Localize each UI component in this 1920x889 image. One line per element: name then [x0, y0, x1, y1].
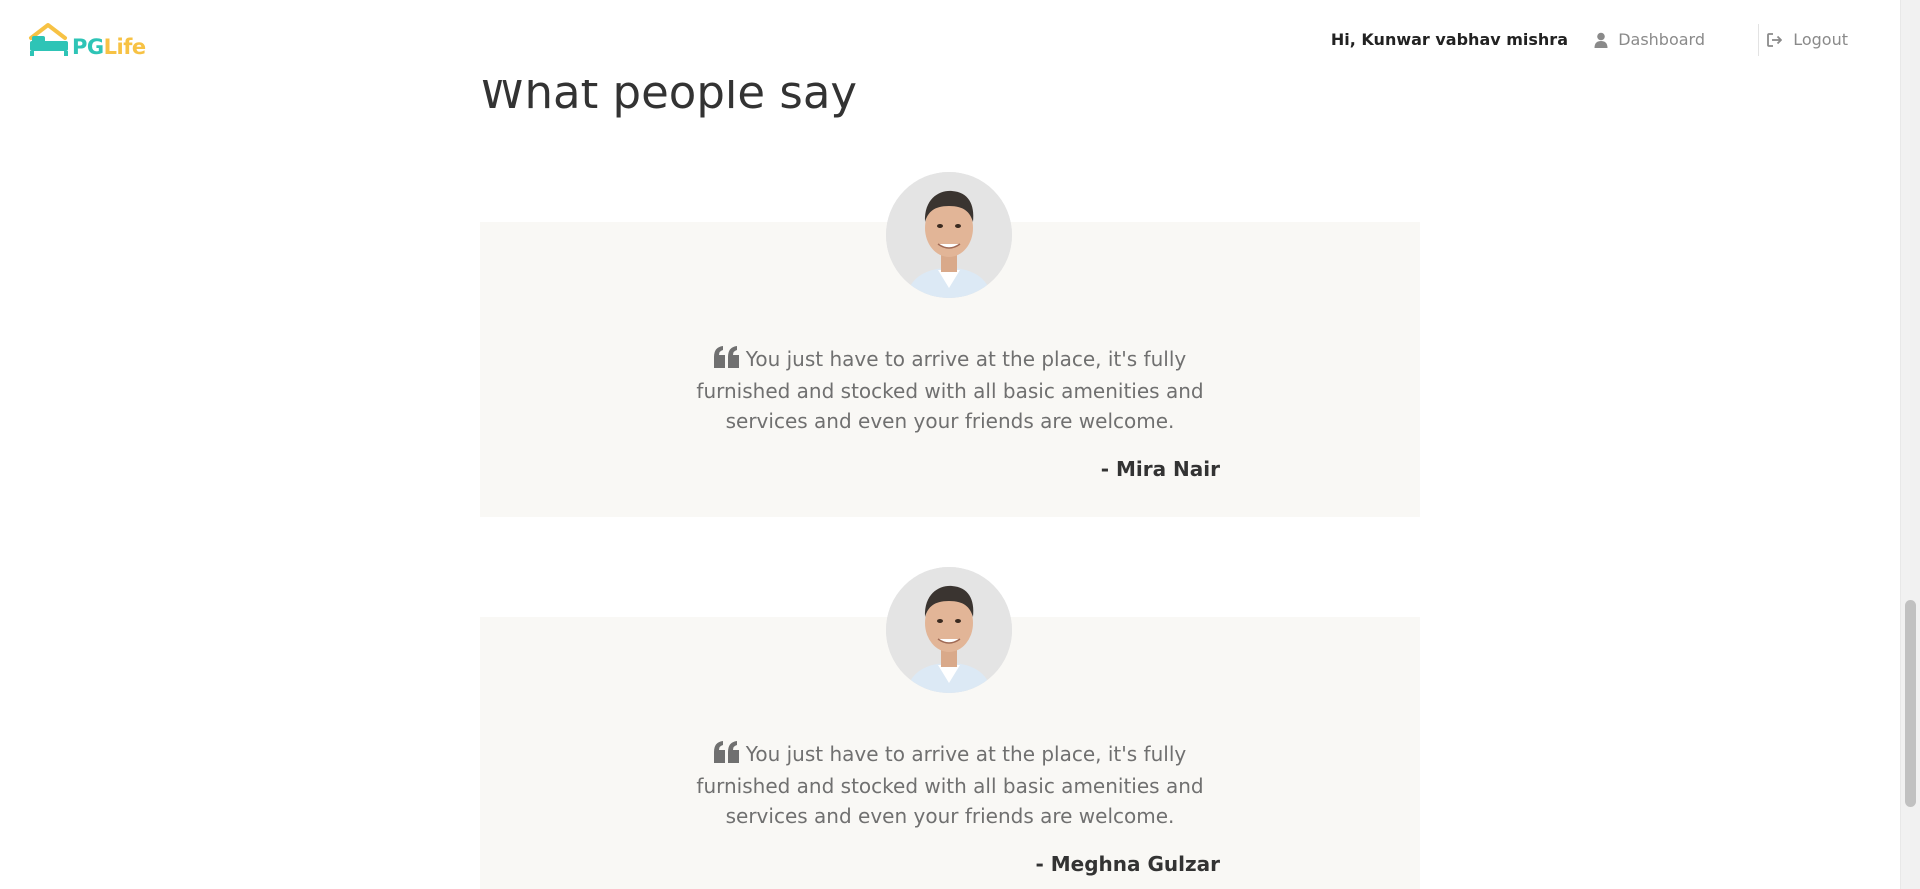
- dashboard-link[interactable]: Dashboard: [1594, 30, 1705, 49]
- testimonial-author: - Meghna Gulzar: [1035, 852, 1221, 876]
- testimonial-quote: You just have to arrive at the place, it…: [675, 344, 1225, 436]
- avatar: [886, 567, 1012, 693]
- brand-name-pg: PG: [72, 35, 104, 59]
- nav-divider: [1758, 24, 1759, 56]
- sign-out-icon: [1767, 32, 1783, 47]
- testimonial-quote-text: You just have to arrive at the place, it…: [696, 347, 1204, 433]
- house-bed-logo-icon: [28, 22, 72, 62]
- brand-logo[interactable]: PGLife: [28, 22, 148, 62]
- page: PGLife Hi, Kunwar vabhav mishra Dashboar…: [0, 0, 1920, 889]
- testimonial-quote: You just have to arrive at the place, it…: [675, 739, 1225, 831]
- navbar: PGLife Hi, Kunwar vabhav mishra Dashboar…: [0, 0, 1898, 80]
- dashboard-label: Dashboard: [1618, 30, 1705, 49]
- quote-left-icon: [713, 346, 740, 376]
- brand-name: PGLife: [72, 35, 146, 59]
- logout-label: Logout: [1793, 30, 1848, 49]
- user-greeting: Hi, Kunwar vabhav mishra: [1330, 30, 1568, 49]
- testimonial-quote-text: You just have to arrive at the place, it…: [696, 742, 1204, 828]
- scrollbar-thumb[interactable]: [1905, 600, 1916, 807]
- brand-name-life: Life: [103, 35, 146, 59]
- avatar: [886, 172, 1012, 298]
- quote-left-icon: [713, 741, 740, 771]
- page-scrollbar[interactable]: [1900, 0, 1920, 889]
- user-icon: [1594, 32, 1608, 48]
- testimonial-author: - Mira Nair: [1100, 457, 1220, 481]
- logout-link[interactable]: Logout: [1767, 30, 1848, 49]
